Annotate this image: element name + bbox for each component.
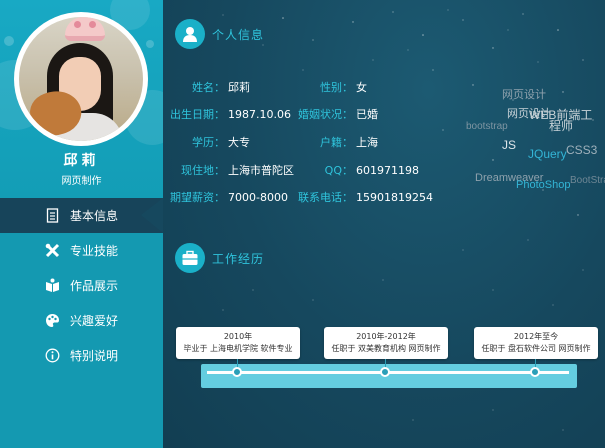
skill-tag[interactable]: bootstrap bbox=[466, 121, 508, 132]
skill-tag[interactable]: 网页设计 bbox=[502, 86, 546, 102]
event-date: 2010年-2012年 bbox=[356, 332, 416, 341]
info-label: 出生日期： bbox=[170, 108, 225, 121]
personal-info-header: 个人信息 bbox=[175, 19, 264, 49]
info-value: 7000-8000 bbox=[228, 191, 288, 204]
book-icon bbox=[46, 278, 59, 292]
skill-tag[interactable]: JQuery bbox=[528, 147, 567, 161]
info-label: 现住地： bbox=[181, 164, 225, 177]
palette-icon bbox=[46, 314, 59, 327]
tools-icon bbox=[45, 243, 60, 258]
sidebar-item-label: 作品展示 bbox=[70, 279, 119, 293]
info-value: 大专 bbox=[228, 136, 250, 149]
sidebar-item-notes[interactable]: 特别说明 bbox=[0, 338, 163, 373]
skill-tag[interactable]: BootStrap bbox=[570, 175, 605, 186]
section-title: 个人信息 bbox=[212, 27, 265, 42]
sidebar-item-basic-info[interactable]: 基本信息 bbox=[0, 198, 163, 233]
info-value: 601971198 bbox=[356, 164, 419, 177]
document-icon bbox=[46, 208, 59, 223]
sidebar-item-works[interactable]: 作品展示 bbox=[0, 268, 163, 303]
sidebar-item-label: 专业技能 bbox=[70, 244, 119, 258]
info-label: QQ： bbox=[324, 164, 353, 177]
skill-tag[interactable]: PhotoShop bbox=[516, 179, 570, 191]
main-content: 个人信息 姓名： 邱莉 性别： 女 出生日期： 1987.10.06 婚姻状况：… bbox=[163, 0, 605, 448]
skill-tag[interactable]: JS bbox=[502, 138, 516, 152]
timeline-event: 2012年至今 任职于 盘石软件公司 网页制作 bbox=[474, 327, 598, 371]
info-label: 期望薪资： bbox=[170, 191, 225, 204]
timeline-event: 2010年-2012年 任职于 双美教育机构 网页制作 bbox=[324, 327, 448, 371]
profile-name: 邱莉 bbox=[63, 153, 100, 169]
info-row: 期望薪资： 7000-8000 联系电话： 15901819254 bbox=[163, 190, 605, 206]
crown-icon bbox=[65, 17, 105, 41]
info-value: 上海 bbox=[356, 136, 378, 149]
sidebar-item-label: 兴趣爱好 bbox=[70, 314, 119, 328]
event-desc: 毕业于 上海电机学院 软件专业 bbox=[183, 344, 293, 353]
info-icon bbox=[45, 348, 60, 363]
briefcase-icon bbox=[175, 243, 205, 273]
profile-role: 网页制作 bbox=[61, 176, 102, 187]
info-label: 学历： bbox=[192, 136, 225, 149]
person-icon bbox=[175, 19, 205, 49]
profile-panel: 邱莉 网页制作 bbox=[0, 0, 163, 198]
avatar bbox=[14, 12, 148, 146]
sidebar-item-skills[interactable]: 专业技能 bbox=[0, 233, 163, 268]
info-label: 姓名： bbox=[192, 81, 225, 94]
info-value: 女 bbox=[356, 81, 367, 94]
sidebar-item-label: 基本信息 bbox=[70, 209, 119, 223]
timeline-track bbox=[201, 364, 577, 388]
info-value: 15901819254 bbox=[356, 191, 433, 204]
timeline-dot[interactable] bbox=[530, 367, 540, 377]
sidebar-nav: 基本信息 专业技能 作品展示 兴趣爱好 特别说明 bbox=[0, 198, 163, 373]
work-experience-header: 工作经历 bbox=[175, 243, 264, 273]
section-title: 工作经历 bbox=[212, 251, 265, 266]
sidebar-item-hobbies[interactable]: 兴趣爱好 bbox=[0, 303, 163, 338]
timeline-dot[interactable] bbox=[232, 367, 242, 377]
info-label: 性别： bbox=[320, 81, 353, 94]
event-date: 2012年至今 bbox=[513, 332, 559, 341]
info-value: 1987.10.06 bbox=[228, 108, 291, 121]
event-date: 2010年 bbox=[223, 332, 253, 341]
info-value: 已婚 bbox=[356, 108, 378, 121]
timeline-event: 2010年 毕业于 上海电机学院 软件专业 bbox=[176, 327, 300, 371]
event-desc: 任职于 双美教育机构 网页制作 bbox=[331, 344, 441, 353]
skill-tag[interactable]: 程师 bbox=[549, 117, 573, 134]
event-desc: 任职于 盘石软件公司 网页制作 bbox=[481, 344, 591, 353]
sidebar: 邱莉 网页制作 基本信息 专业技能 作品展示 兴趣爱好 特别说明 bbox=[0, 0, 163, 448]
info-label: 联系电话： bbox=[298, 191, 353, 204]
info-label: 户籍： bbox=[320, 136, 353, 149]
info-value: 邱莉 bbox=[228, 81, 250, 94]
skill-tag[interactable]: CSS3 bbox=[566, 143, 597, 157]
avatar-photo bbox=[19, 17, 143, 141]
sidebar-item-label: 特别说明 bbox=[70, 349, 119, 363]
info-label: 婚姻状况： bbox=[298, 108, 353, 121]
timeline-dot[interactable] bbox=[380, 367, 390, 377]
